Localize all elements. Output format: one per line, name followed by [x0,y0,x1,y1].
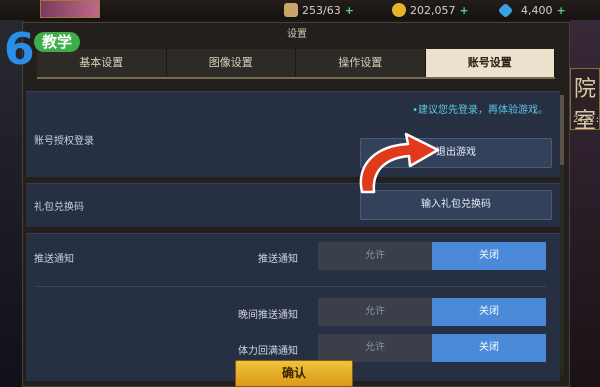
tab-account[interactable]: 账号设置 [425,49,555,77]
push-toggle: 允许 关闭 [318,242,546,270]
night-push-toggle: 允许 关闭 [318,298,546,326]
add-stamina-button[interactable]: + [345,4,354,17]
settings-content: •建议您先登录，再体验游戏。 账号授权登录 退出游戏 礼包兑换码 输入礼包兑换码… [26,91,560,381]
tab-basic[interactable]: 基本设置 [37,49,167,77]
watermark-number: 6 [4,24,35,75]
stamina-push-deny-option[interactable]: 关闭 [432,334,546,362]
push-row-label: 推送通知 [258,254,298,265]
tab-underline [37,77,555,79]
add-gem-button[interactable]: + [557,4,566,17]
stamina-icon [284,3,298,17]
right-card-glyph: 院室 [574,77,597,134]
gift-code-panel: 礼包兑换码 输入礼包兑换码 [26,183,560,227]
push-deny-option[interactable]: 关闭 [432,242,546,270]
push-section-label: 推送通知 [34,254,74,265]
stamina-counter: 253/63 + [284,2,354,18]
stamina-value: 253/63 [302,3,341,17]
settings-tabs: 基本设置 图像设置 操作设置 账号设置 [37,49,555,77]
gem-counter: 4,400 + [497,2,566,18]
gold-coin-icon [392,3,406,17]
background-right [570,0,600,387]
stamina-push-allow-option[interactable]: 允许 [318,334,432,362]
tutorial-badge: 教学 [34,32,81,52]
night-push-deny-option[interactable]: 关闭 [432,298,546,326]
background-right-card: 院室 2:12:0 [570,68,600,134]
gold-counter: 202,057 + [392,2,469,18]
tab-graphics[interactable]: 图像设置 [166,49,296,77]
dialog-title: 设置 [287,29,307,40]
push-panel: 推送通知 推送通知 允许 关闭 晚间推送通知 允许 关闭 体力回满通知 允许 关… [26,233,560,381]
gem-value: 4,400 [521,3,553,17]
gift-code-label: 礼包兑换码 [34,202,84,213]
right-card-time: 2:12:0 [573,115,600,125]
night-push-row-label: 晚间推送通知 [238,310,298,321]
push-divider [36,286,546,287]
gold-value: 202,057 [410,3,456,17]
login-hint: •建议您先登录，再体验游戏。 [412,105,548,116]
account-login-label: 账号授权登录 [34,136,94,147]
push-allow-option[interactable]: 允许 [318,242,432,270]
add-gold-button[interactable]: + [460,4,469,17]
scrollbar-thumb[interactable] [560,95,564,165]
stamina-push-row-label: 体力回满通知 [238,346,298,357]
night-push-allow-option[interactable]: 允许 [318,298,432,326]
content-scrollbar[interactable] [560,95,564,375]
resource-bar: 253/63 + 202,057 + 4,400 + [0,0,600,20]
confirm-button[interactable]: 确认 [235,360,353,387]
tab-controls[interactable]: 操作设置 [296,49,426,77]
stamina-push-toggle: 允许 关闭 [318,334,546,362]
tutorial-arrow-icon [359,132,440,194]
gem-icon [497,2,514,18]
settings-dialog: 设置 基本设置 图像设置 操作设置 账号设置 •建议您先登录，再体验游戏。 账号… [22,22,570,387]
event-thumbnail[interactable] [40,0,100,18]
account-panel: •建议您先登录，再体验游戏。 账号授权登录 退出游戏 [26,91,560,177]
enter-gift-code-button[interactable]: 输入礼包兑换码 [360,190,552,220]
